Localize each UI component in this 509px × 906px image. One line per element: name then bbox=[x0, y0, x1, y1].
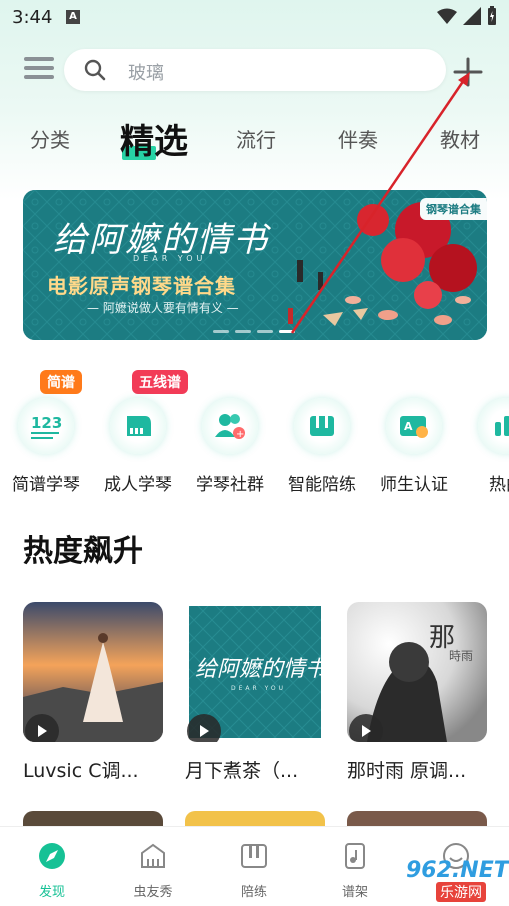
quick-label: 学琴社群 bbox=[196, 475, 264, 495]
carousel-dot-active bbox=[279, 330, 295, 333]
badge-jianpu: 简谱 bbox=[40, 370, 82, 394]
nav-show[interactable]: 虫友秀 bbox=[113, 841, 193, 900]
search-placeholder: 玻璃 bbox=[128, 63, 164, 84]
battery-icon bbox=[488, 6, 496, 25]
svg-text:给阿嬷的情书: 给阿嬷的情书 bbox=[195, 657, 325, 682]
nav-discover[interactable]: 发现 bbox=[12, 841, 92, 900]
svg-text:DEAR YOU: DEAR YOU bbox=[231, 685, 286, 692]
tab-category[interactable]: 分类 bbox=[30, 124, 70, 153]
status-time: 3:44 bbox=[12, 7, 53, 28]
nav-label: 虫友秀 bbox=[133, 885, 173, 900]
svg-text:A: A bbox=[404, 420, 413, 433]
add-icon[interactable] bbox=[453, 57, 483, 87]
keyboard-practice-icon bbox=[294, 398, 350, 454]
song-card[interactable]: 给阿嬷的情书 DEAR YOU 月下煮茶（... bbox=[185, 602, 325, 783]
score-stand-icon bbox=[345, 843, 365, 869]
piano-icon bbox=[110, 398, 166, 454]
play-icon[interactable] bbox=[349, 714, 383, 742]
wifi-icon bbox=[437, 8, 457, 24]
discover-icon bbox=[39, 843, 65, 869]
song-cover: 给阿嬷的情书 DEAR YOU bbox=[185, 602, 325, 742]
nav-label: 发现 bbox=[38, 885, 65, 900]
carousel-dot bbox=[235, 330, 251, 333]
play-icon[interactable] bbox=[187, 714, 221, 742]
certificate-icon: A bbox=[386, 398, 442, 454]
svg-text:時雨: 時雨 bbox=[449, 649, 473, 663]
notification-icon: A bbox=[66, 10, 80, 24]
song-card[interactable]: Luvsic C调... bbox=[23, 602, 163, 783]
numbered-notation-icon: 123 bbox=[18, 398, 74, 454]
community-icon: + bbox=[202, 398, 258, 454]
quick-item-smart-practice[interactable]: 智能陪练 bbox=[276, 398, 368, 495]
song-title: 月下煮茶（... bbox=[185, 760, 299, 782]
section-title: 热度飙升 bbox=[23, 534, 143, 569]
quick-item-adult-piano[interactable]: 成人学琴 bbox=[92, 398, 184, 495]
status-bar: 3:44 A bbox=[0, 0, 509, 36]
nav-practice[interactable]: 陪练 bbox=[214, 841, 294, 900]
song-cover: 那 時雨 bbox=[347, 602, 487, 742]
watermark-sub: 乐游网 bbox=[436, 882, 486, 902]
banner-subtitle: 电影原声钢琴谱合集 bbox=[47, 274, 236, 298]
quick-label: 热曲 bbox=[489, 475, 509, 495]
quick-label: 简谱学琴 bbox=[12, 475, 80, 495]
banner-quote: — 阿嬷说做人要有情有义 — bbox=[87, 301, 239, 315]
search-icon bbox=[84, 59, 106, 81]
quick-entry-row: 简谱 五线谱 123 简谱学琴 成人学琴 + 学琴社群 智能陪练 A 师生认证 … bbox=[0, 370, 509, 500]
quick-label: 智能陪练 bbox=[288, 475, 356, 495]
watermark: 962.NET 乐游网 bbox=[376, 852, 509, 902]
category-tabs: 分类 精选 流行 伴奏 教材 bbox=[0, 114, 509, 164]
song-title: 那时雨 原调... bbox=[347, 760, 467, 782]
quick-label: 师生认证 bbox=[380, 475, 448, 495]
badge-staff: 五线谱 bbox=[132, 370, 188, 394]
signal-icon bbox=[463, 7, 481, 25]
status-icons bbox=[437, 6, 497, 26]
quick-item-community[interactable]: + 学琴社群 bbox=[184, 398, 276, 495]
quick-label: 成人学琴 bbox=[104, 475, 172, 495]
hot-songs-icon bbox=[478, 398, 509, 454]
song-cover bbox=[23, 602, 163, 742]
promo-banner[interactable]: 给阿嬷的情书 DEAR YOU 电影原声钢琴谱合集 — 阿嬷说做人要有情有义 —… bbox=[23, 190, 487, 340]
nav-label: 陪练 bbox=[240, 885, 267, 900]
piano-show-icon bbox=[141, 843, 165, 868]
quick-item-certification[interactable]: A 师生认证 bbox=[368, 398, 460, 495]
carousel-dot bbox=[257, 330, 273, 333]
search-input[interactable]: 玻璃 bbox=[64, 49, 446, 91]
play-icon[interactable] bbox=[25, 714, 59, 742]
tab-textbook[interactable]: 教材 bbox=[440, 124, 480, 153]
banner-subtitle-en: DEAR YOU bbox=[133, 254, 207, 263]
menu-icon[interactable] bbox=[24, 57, 54, 83]
song-title: Luvsic C调... bbox=[23, 760, 139, 782]
quick-item-jianpu[interactable]: 123 简谱学琴 bbox=[0, 398, 92, 495]
tab-accompaniment[interactable]: 伴奏 bbox=[338, 124, 378, 153]
svg-text:+: + bbox=[236, 429, 244, 440]
song-card[interactable]: 那 時雨 那时雨 原调... bbox=[347, 602, 487, 783]
svg-text:123: 123 bbox=[31, 414, 62, 432]
carousel-dot bbox=[213, 330, 229, 333]
banner-tag: 钢琴谱合集 bbox=[420, 198, 487, 220]
quick-item-hot-songs[interactable]: 热曲 bbox=[460, 398, 509, 495]
tab-popular[interactable]: 流行 bbox=[236, 124, 276, 153]
watermark-text: 962.NET bbox=[406, 858, 509, 883]
practice-icon bbox=[241, 844, 267, 868]
carousel-indicator bbox=[213, 330, 295, 333]
tab-featured[interactable]: 精选 bbox=[120, 114, 188, 163]
